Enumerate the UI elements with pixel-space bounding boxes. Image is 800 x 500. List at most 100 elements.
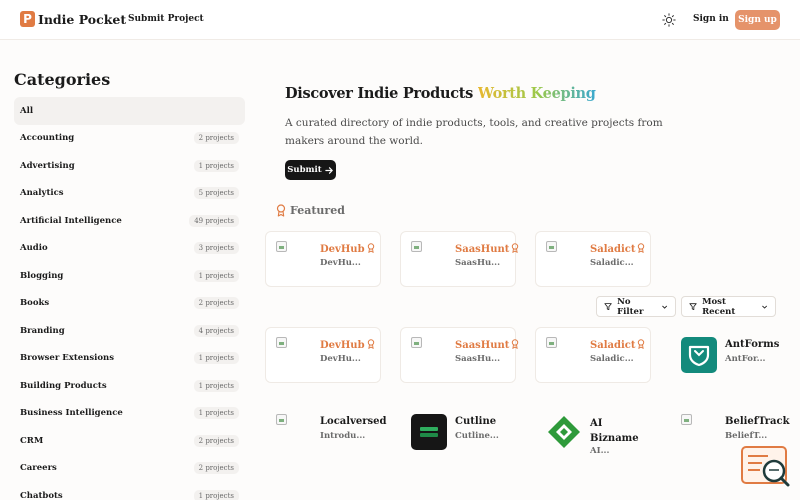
broken-image-icon <box>411 337 422 348</box>
category-count-badge: 1 projects <box>193 489 239 500</box>
hero-submit-label: Submit <box>287 165 322 175</box>
card-name: DevHub <box>320 339 375 351</box>
filter-label: No Filter <box>617 296 644 317</box>
logo-icon: P <box>20 11 35 27</box>
card-tagline: DevHu... <box>320 258 361 268</box>
award-icon <box>367 339 374 349</box>
category-name: Browser Extensions <box>20 353 114 364</box>
category-item[interactable]: Business Intelligence 1 projects <box>14 400 245 428</box>
category-name: Careers <box>20 463 57 474</box>
hero-title: Discover Indie Products Worth Keeping <box>285 85 596 102</box>
card-tagline: Cutline... <box>455 431 499 441</box>
category-item[interactable]: Accounting 2 projects <box>14 125 245 153</box>
card-name: Saladict <box>590 339 645 351</box>
card-tagline: Saladic... <box>590 258 634 268</box>
award-icon <box>638 339 645 349</box>
card-tagline: DevHu... <box>320 354 361 364</box>
product-card-localversed[interactable]: Localversed Introdu... <box>265 404 387 460</box>
category-count-badge: 2 projects <box>193 297 239 310</box>
hero-title-highlight: Worth Keeping <box>477 85 596 102</box>
chat-search-icon[interactable] <box>740 445 792 489</box>
featured-card-saashunt[interactable]: SaasHunt SaasHu... <box>400 231 519 287</box>
broken-image-icon <box>411 241 422 252</box>
category-item[interactable]: Careers 2 projects <box>14 455 245 483</box>
category-item[interactable]: Artificial Intelligence 49 projects <box>14 207 245 235</box>
antforms-logo-icon <box>681 337 717 373</box>
sort-dropdown[interactable]: Most Recent <box>681 296 776 317</box>
category-item[interactable]: Books 2 projects <box>14 290 245 318</box>
card-tagline: BeliefT... <box>725 431 768 441</box>
nav-submit-project-link[interactable]: Submit Project <box>128 14 204 24</box>
category-count-badge: 5 projects <box>193 187 239 200</box>
filter-icon <box>604 303 612 311</box>
category-item[interactable]: Audio 3 projects <box>14 235 245 263</box>
category-item[interactable]: Advertising 1 projects <box>14 152 245 180</box>
filter-dropdown[interactable]: No Filter <box>596 296 676 317</box>
featured-card-devhub[interactable]: DevHub DevHu... <box>265 231 381 287</box>
product-card-cutline[interactable]: Cutline Cutline... <box>400 404 516 460</box>
category-name: Analytics <box>20 188 64 199</box>
filter-icon <box>689 303 697 310</box>
broken-image-icon <box>546 337 557 348</box>
category-name: Blogging <box>20 270 64 281</box>
award-icon <box>638 243 645 253</box>
category-name: Advertising <box>20 160 75 171</box>
logo[interactable]: P Indie Pocket <box>20 11 126 27</box>
product-card-saladict[interactable]: Saladict Saladic... <box>535 327 651 383</box>
card-name: SaasHunt <box>455 243 519 255</box>
card-name: DevHub <box>320 243 375 255</box>
category-name: CRM <box>20 435 44 446</box>
logo-text: Indie Pocket <box>38 11 127 27</box>
top-header: P Indie Pocket Submit Project Sign in Si… <box>0 0 800 40</box>
category-count-badge: 1 projects <box>193 352 239 365</box>
card-name: BeliefTrack <box>725 416 790 427</box>
featured-label: Featured <box>290 204 345 217</box>
category-item[interactable]: Building Products 1 projects <box>14 372 245 400</box>
product-card-devhub[interactable]: DevHub DevHu... <box>265 327 381 383</box>
category-count-badge: 49 projects <box>189 214 239 227</box>
cutline-logo-icon <box>411 414 447 450</box>
category-count-badge: 4 projects <box>193 324 239 337</box>
category-item[interactable]: Analytics 5 projects <box>14 180 245 208</box>
card-tagline: AI... <box>590 446 610 456</box>
card-name: Localversed <box>320 416 387 427</box>
category-list: All Accounting 2 projects Advertising 1 proj… <box>14 97 245 500</box>
product-card-saashunt[interactable]: SaasHunt SaasHu... <box>400 327 519 383</box>
category-name: Audio <box>20 243 48 254</box>
category-count-badge: 1 projects <box>193 269 239 282</box>
category-item[interactable]: Browser Extensions 1 projects <box>14 345 245 373</box>
product-card-ai-bizname[interactable]: AI Bizname AI... <box>535 404 651 464</box>
category-name: Building Products <box>20 380 107 391</box>
category-count-badge: 2 projects <box>193 434 239 447</box>
category-count-badge: 1 projects <box>193 159 239 172</box>
signin-button[interactable]: Sign in <box>693 14 729 24</box>
product-card-antforms[interactable]: AntForms AntFor... <box>670 327 790 383</box>
broken-image-icon <box>276 241 287 252</box>
card-name: AntForms <box>725 339 780 350</box>
category-item[interactable]: Chatbots 1 projects <box>14 482 245 500</box>
chevron-down-icon <box>661 305 667 309</box>
broken-image-icon <box>276 414 287 425</box>
sort-label: Most Recent <box>702 296 736 317</box>
categories-title: Categories <box>14 70 111 89</box>
category-item[interactable]: CRM 2 projects <box>14 427 245 455</box>
award-icon <box>367 243 374 253</box>
category-item[interactable]: All <box>14 97 245 125</box>
broken-image-icon <box>681 414 692 425</box>
award-icon <box>512 339 519 349</box>
card-name: Saladict <box>590 243 645 255</box>
card-tagline: Saladic... <box>590 354 634 364</box>
featured-card-saladict[interactable]: Saladict Saladic... <box>535 231 651 287</box>
hero-submit-button[interactable]: Submit <box>285 160 336 180</box>
arrow-right-icon <box>325 166 333 174</box>
sun-icon[interactable] <box>662 13 676 27</box>
category-item[interactable]: Branding 4 projects <box>14 317 245 345</box>
category-name: Business Intelligence <box>20 408 123 419</box>
award-icon <box>276 204 286 217</box>
hero-description: A curated directory of indie products, t… <box>285 117 663 147</box>
category-item[interactable]: Blogging 1 projects <box>14 262 245 290</box>
card-tagline: SaasHu... <box>455 258 501 268</box>
category-count-badge: 1 projects <box>193 379 239 392</box>
category-count-badge: 2 projects <box>193 132 239 145</box>
signup-button[interactable]: Sign up <box>735 10 780 30</box>
